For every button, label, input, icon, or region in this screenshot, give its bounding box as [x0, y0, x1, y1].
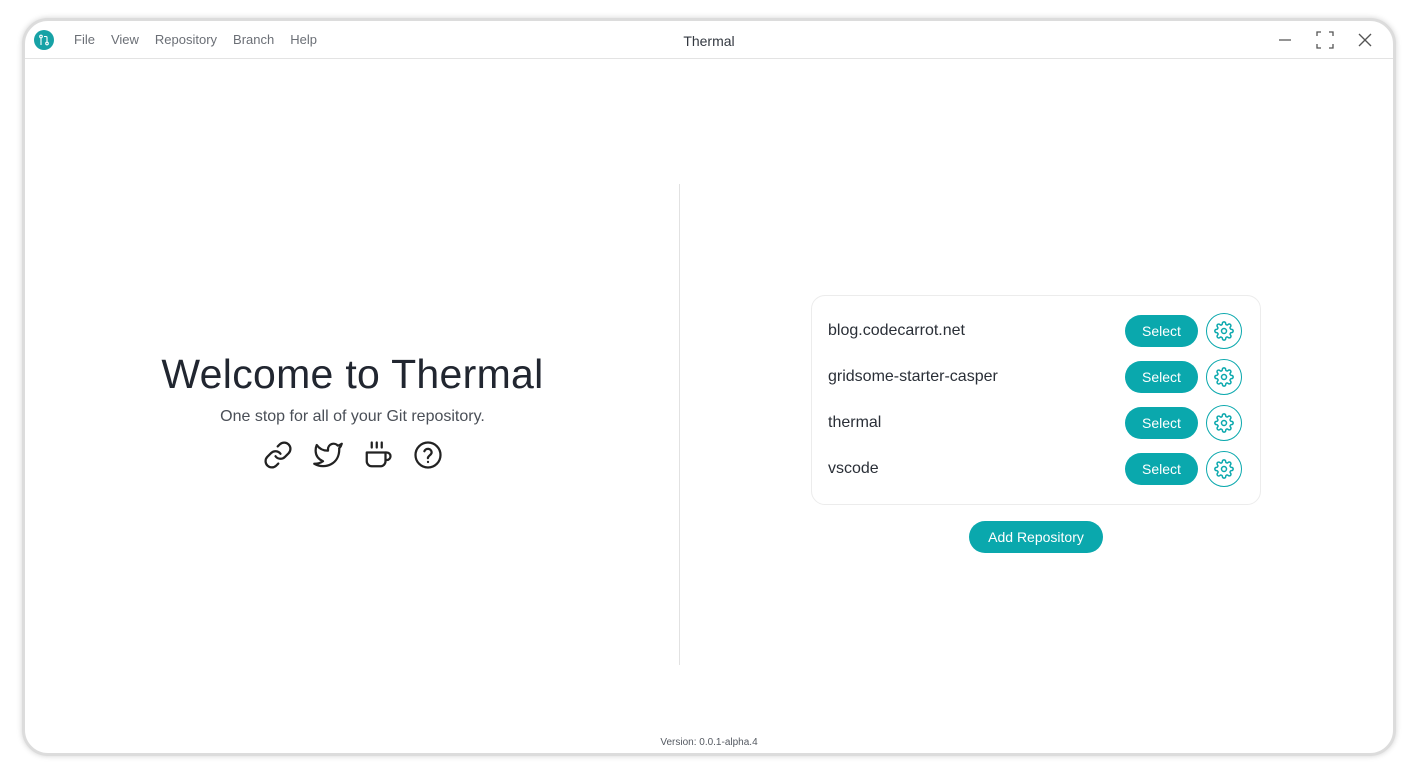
maximize-icon[interactable] — [1305, 21, 1345, 58]
gear-icon — [1214, 413, 1234, 433]
gear-icon — [1214, 459, 1234, 479]
menu-help[interactable]: Help — [290, 32, 317, 47]
window-controls — [1265, 21, 1385, 58]
select-button[interactable]: Select — [1125, 361, 1198, 393]
help-icon[interactable] — [413, 440, 443, 470]
social-links — [25, 440, 680, 470]
repo-name: blog.codecarrot.net — [828, 322, 965, 339]
close-icon[interactable] — [1345, 21, 1385, 58]
list-item: gridsome-starter-casper Select — [812, 354, 1260, 400]
vertical-divider — [679, 184, 680, 665]
coffee-icon[interactable] — [363, 440, 393, 470]
welcome-panel: Welcome to Thermal One stop for all of y… — [25, 351, 680, 470]
repository-list: blog.codecarrot.net Select gridsome-star… — [811, 295, 1261, 505]
gear-icon — [1214, 367, 1234, 387]
twitter-icon[interactable] — [312, 440, 343, 470]
select-button[interactable]: Select — [1125, 407, 1198, 439]
minimize-icon[interactable] — [1265, 21, 1305, 58]
link-icon[interactable] — [263, 440, 293, 470]
welcome-heading: Welcome to Thermal — [161, 351, 544, 397]
menu-file[interactable]: File — [74, 32, 95, 47]
select-button[interactable]: Select — [1125, 453, 1198, 485]
repo-name: thermal — [828, 414, 882, 431]
settings-button[interactable] — [1206, 451, 1242, 487]
menu-branch[interactable]: Branch — [233, 32, 274, 47]
repo-name: gridsome-starter-casper — [828, 368, 998, 385]
add-repository-button[interactable]: Add Repository — [969, 521, 1103, 553]
welcome-subtitle: One stop for all of your Git repository. — [220, 408, 485, 425]
menu-view[interactable]: View — [111, 32, 139, 47]
settings-button[interactable] — [1206, 405, 1242, 441]
settings-button[interactable] — [1206, 313, 1242, 349]
version-label: Version: 0.0.1-alpha.4 — [660, 737, 758, 748]
menu-bar: File View Repository Branch Help — [74, 21, 333, 58]
git-branch-icon[interactable] — [34, 30, 54, 50]
gear-icon — [1214, 321, 1234, 341]
list-item: vscode Select — [812, 446, 1260, 492]
title-bar: File View Repository Branch Help Thermal — [25, 21, 1393, 59]
menu-repository[interactable]: Repository — [155, 32, 217, 47]
list-item: blog.codecarrot.net Select — [812, 308, 1260, 354]
repo-name: vscode — [828, 460, 879, 477]
select-button[interactable]: Select — [1125, 315, 1198, 347]
app-window: File View Repository Branch Help Thermal — [22, 18, 1396, 756]
list-item: thermal Select — [812, 400, 1260, 446]
settings-button[interactable] — [1206, 359, 1242, 395]
